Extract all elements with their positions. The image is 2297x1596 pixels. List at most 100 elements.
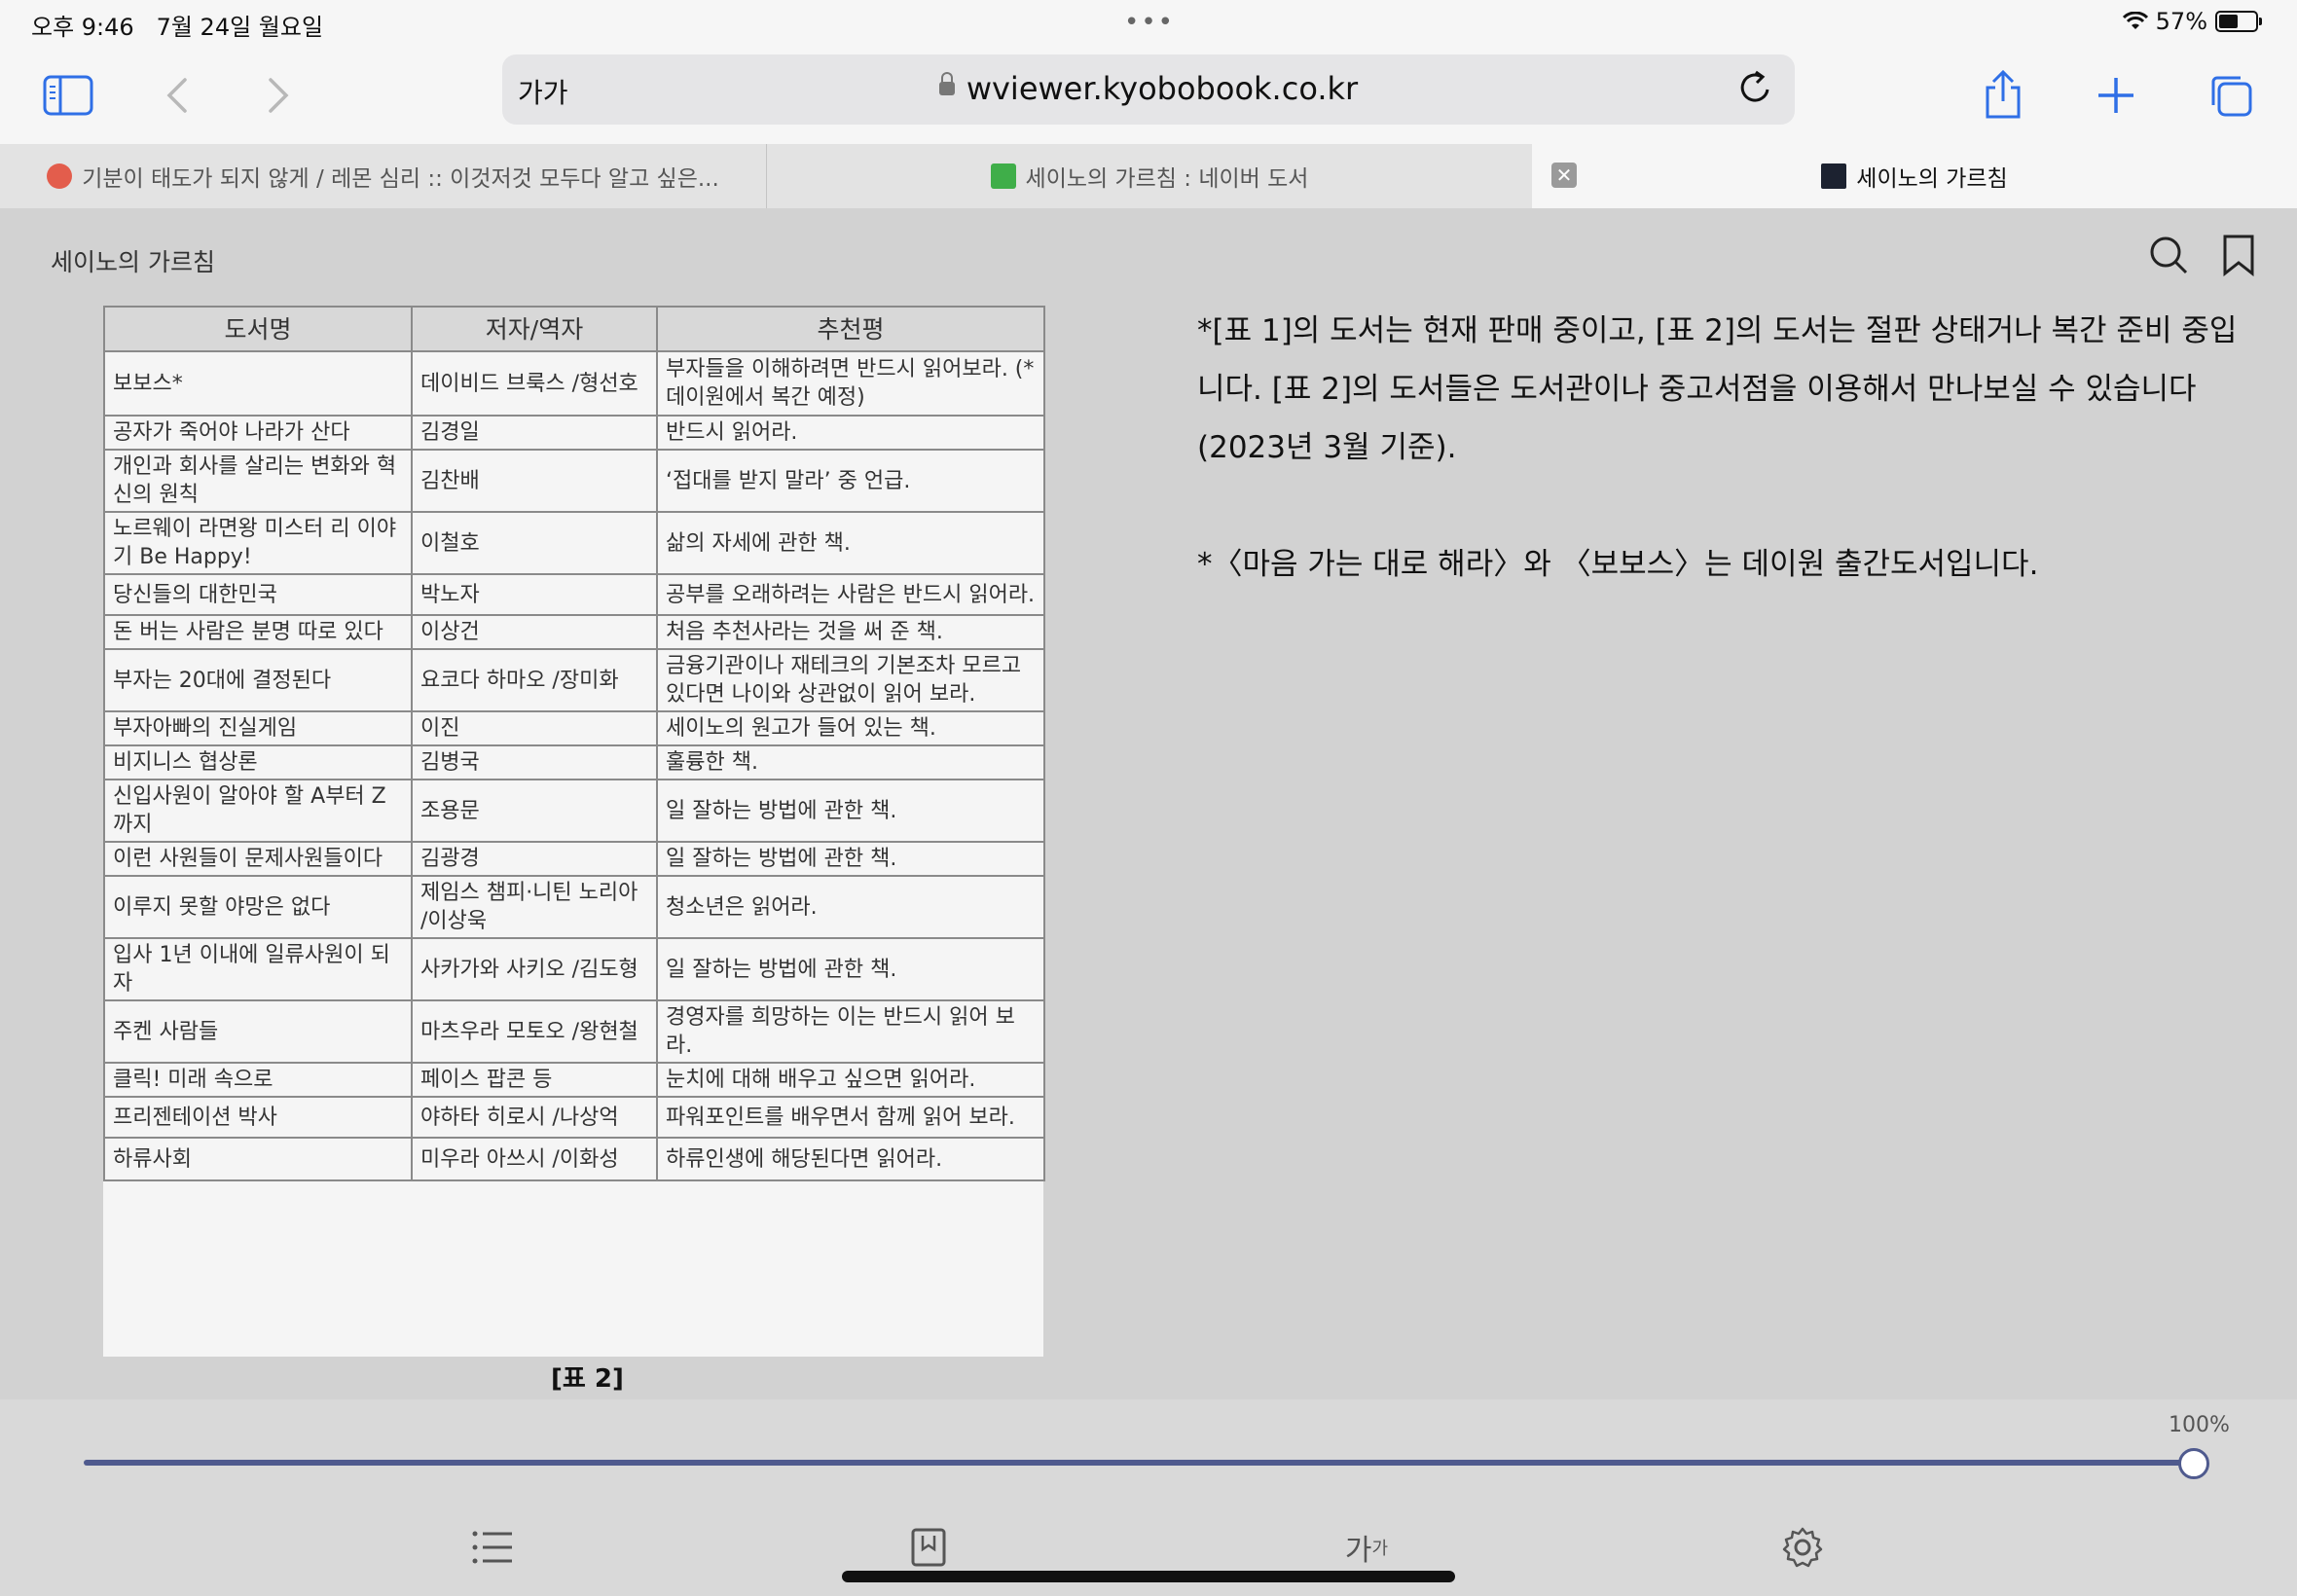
settings-gear-icon[interactable] bbox=[1773, 1518, 1832, 1577]
cell-author: 김경일 bbox=[411, 415, 658, 451]
cell-book-title: 주켄 사람들 bbox=[103, 999, 413, 1064]
cell-author: 김광경 bbox=[411, 841, 658, 877]
tab-label: 기분이 태도가 되지 않게 / 레몬 심리 :: 이것저것 모두다 알고 싶은.… bbox=[82, 166, 719, 192]
cell-review: 일 잘하는 방법에 관한 책. bbox=[656, 937, 1045, 1001]
table-row: 개인과 회사를 살리는 변화와 혁신의 원칙 김찬배 ‘접대를 받지 말라’ 중 언… bbox=[103, 449, 1045, 513]
note-paragraph: *〈마음 가는 대로 해라〉와 〈보보스〉는 데이원 출간도서입니다. bbox=[1197, 547, 2039, 582]
tab-bar: 기분이 태도가 되지 않게 / 레몬 심리 :: 이것저것 모두다 알고 싶은.… bbox=[0, 144, 2297, 209]
reader-actions bbox=[2147, 234, 2258, 276]
cell-book-title: 이루지 못할 야망은 없다 bbox=[103, 875, 413, 939]
tab-seino[interactable]: ✕ 세이노의 가르침 bbox=[1532, 144, 2297, 208]
table-row: 보보스* 데이비드 브룩스 /형선호 부자들을 이해하려면 반드시 읽어보라. (*… bbox=[103, 350, 1045, 417]
lock-icon bbox=[938, 72, 955, 95]
cell-review: 하류인생에 해당된다면 읽어라. bbox=[656, 1137, 1045, 1181]
cell-book-title: 신입사원이 알아야 할 A부터 Z까지 bbox=[103, 779, 413, 843]
table-row: 하류사회 미우라 아쓰시 /이화성 하류인생에 해당된다면 읽어라. bbox=[103, 1137, 1045, 1181]
battery-icon bbox=[2215, 11, 2262, 32]
tab-label: 세이노의 가르침 bbox=[1856, 166, 2008, 192]
tab-overview-icon[interactable] bbox=[2202, 66, 2260, 125]
address-bar[interactable]: 가가 wviewer.kyobobook.co.kr bbox=[502, 54, 1795, 125]
table-row: 입사 1년 이내에 일류사원이 되자 사카가와 사키오 /김도형 일 잘하는 방법에… bbox=[103, 937, 1045, 1001]
page-notes: *[표 1]의 도서는 현재 판매 중이고, [표 2]의 도서는 절판 상태거… bbox=[1197, 302, 2248, 652]
cell-book-title: 개인과 회사를 살리는 변화와 혁신의 원칙 bbox=[103, 449, 413, 513]
table-caption: [표 2] bbox=[551, 1364, 624, 1394]
cell-author: 이진 bbox=[411, 710, 658, 746]
multitasking-dots-icon[interactable]: ••• bbox=[1124, 8, 1175, 37]
cell-author: 이철호 bbox=[411, 511, 658, 575]
cell-book-title: 입사 1년 이내에 일류사원이 되자 bbox=[103, 937, 413, 1001]
table-of-contents-icon[interactable] bbox=[463, 1518, 522, 1577]
cell-author: 제임스 챔피·니틴 노리아 /이상욱 bbox=[411, 875, 658, 939]
table-row: 이루지 못할 야망은 없다 제임스 챔피·니틴 노리아 /이상욱 청소년은 읽어라. bbox=[103, 875, 1045, 939]
cell-book-title: 비지니스 협상론 bbox=[103, 744, 413, 780]
cell-author: 데이비드 브룩스 /형선호 bbox=[411, 350, 658, 417]
cell-author: 사카가와 사키오 /김도형 bbox=[411, 937, 658, 1001]
cell-author: 마츠우라 모토오 /왕현철 bbox=[411, 999, 658, 1064]
cell-author: 김병국 bbox=[411, 744, 658, 780]
cell-review: 일 잘하는 방법에 관한 책. bbox=[656, 779, 1045, 843]
table-row: 주켄 사람들 마츠우라 모토오 /왕현철 경영자를 희망하는 이는 반드시 읽어 보… bbox=[103, 999, 1045, 1064]
header-title: 도서명 bbox=[103, 306, 413, 352]
cell-review: 훌륭한 책. bbox=[656, 744, 1045, 780]
url-display[interactable]: wviewer.kyobobook.co.kr bbox=[502, 70, 1795, 107]
cell-author: 미우라 아쓰시 /이화성 bbox=[411, 1137, 658, 1181]
bookmarks-list-icon[interactable] bbox=[899, 1518, 958, 1577]
cell-author: 박노자 bbox=[411, 573, 658, 616]
url-text: wviewer.kyobobook.co.kr bbox=[966, 70, 1359, 107]
book-page-table-image: 도서명 저자/역자 추천평 보보스* 데이비드 브룩스 /형선호 부자들을 이해하려… bbox=[103, 306, 1045, 1394]
status-date: 7월 24일 월요일 bbox=[156, 14, 324, 41]
status-clock: 오후 9:46 bbox=[31, 14, 134, 41]
font-size-sub-label: 가 bbox=[1371, 1539, 1389, 1559]
table-row: 돈 버는 사람은 분명 따로 있다 이상건 처음 추천사라는 것을 써 준 책. bbox=[103, 614, 1045, 650]
cell-review: 반드시 읽어라. bbox=[656, 415, 1045, 451]
home-indicator[interactable] bbox=[842, 1571, 1455, 1582]
back-icon[interactable] bbox=[148, 66, 206, 125]
close-tab-icon[interactable]: ✕ bbox=[1551, 163, 1577, 188]
book-title: 세이노의 가르침 bbox=[51, 248, 215, 276]
cell-book-title: 돈 버는 사람은 분명 따로 있다 bbox=[103, 614, 413, 650]
cell-review: ‘접대를 받지 말라’ 중 언급. bbox=[656, 449, 1045, 513]
tab-label: 세이노의 가르침 : 네이버 도서 bbox=[1025, 166, 1309, 192]
cell-author: 요코다 하마오 /장미화 bbox=[411, 648, 658, 712]
note-paragraph: *[표 1]의 도서는 현재 판매 중이고, [표 2]의 도서는 절판 상태거… bbox=[1197, 313, 2238, 465]
sidebar-toggle-icon[interactable] bbox=[39, 66, 97, 125]
status-time: 오후 9:46 7월 24일 월요일 bbox=[31, 8, 323, 42]
bookmark-icon[interactable] bbox=[2219, 234, 2258, 276]
tab-naver[interactable]: 세이노의 가르침 : 네이버 도서 bbox=[767, 144, 1532, 208]
reader-bottom-bar: 100% 가가 bbox=[0, 1399, 2297, 1596]
cell-author: 조용문 bbox=[411, 779, 658, 843]
cell-book-title: 보보스* bbox=[103, 350, 413, 417]
tab-lemon[interactable]: 기분이 태도가 되지 않게 / 레몬 심리 :: 이것저것 모두다 알고 싶은.… bbox=[0, 144, 766, 208]
table-row: 이런 사원들이 문제사원들이다 김광경 일 잘하는 방법에 관한 책. bbox=[103, 841, 1045, 877]
forward-icon[interactable] bbox=[249, 66, 308, 125]
cell-review: 금융기관이나 재테크의 기본조차 모르고 있다면 나이와 상관없이 읽어 보라. bbox=[656, 648, 1045, 712]
table-row: 비지니스 협상론 김병국 훌륭한 책. bbox=[103, 744, 1045, 780]
table-row: 당신들의 대한민국 박노자 공부를 오래하려는 사람은 반드시 읽어라. bbox=[103, 573, 1045, 616]
cell-book-title: 공자가 죽어야 나라가 산다 bbox=[103, 415, 413, 451]
cell-review: 삶의 자세에 관한 책. bbox=[656, 511, 1045, 575]
progress-slider-track[interactable] bbox=[84, 1460, 2196, 1466]
search-icon[interactable] bbox=[2147, 234, 2190, 276]
cell-book-title: 이런 사원들이 문제사원들이다 bbox=[103, 841, 413, 877]
cell-review: 공부를 오래하려는 사람은 반드시 읽어라. bbox=[656, 573, 1045, 616]
table-row: 부자아빠의 진실게임 이진 세이노의 원고가 들어 있는 책. bbox=[103, 710, 1045, 746]
recommended-books-table: 도서명 저자/역자 추천평 보보스* 데이비드 브룩스 /형선호 부자들을 이해하려… bbox=[103, 306, 1045, 1181]
status-bar: 오후 9:46 7월 24일 월요일 ••• 57% bbox=[0, 0, 2297, 47]
font-size-button[interactable]: 가가 bbox=[1337, 1518, 1396, 1577]
header-review: 추천평 bbox=[656, 306, 1045, 352]
font-size-label: 가 bbox=[1344, 1534, 1372, 1568]
table-row: 클릭! 미래 속으로 페이스 팝콘 등 눈치에 대해 배우고 싶으면 읽어라. bbox=[103, 1062, 1045, 1098]
cell-review: 경영자를 희망하는 이는 반드시 읽어 보라. bbox=[656, 999, 1045, 1064]
book-cover-favicon-icon bbox=[1821, 163, 1847, 189]
progress-slider-handle[interactable] bbox=[2178, 1448, 2209, 1479]
new-tab-icon[interactable] bbox=[2087, 66, 2145, 125]
cell-review: 청소년은 읽어라. bbox=[656, 875, 1045, 939]
cell-author: 이상건 bbox=[411, 614, 658, 650]
table-row: 프리젠테이션 박사 야하타 히로시 /나상억 파워포인트를 배우면서 함께 읽어 보… bbox=[103, 1096, 1045, 1139]
browser-toolbar: 가가 wviewer.kyobobook.co.kr bbox=[0, 47, 2297, 144]
reload-icon[interactable] bbox=[1736, 68, 1775, 111]
cell-book-title: 노르웨이 라면왕 미스터 리 이야기 Be Happy! bbox=[103, 511, 413, 575]
cell-review: 일 잘하는 방법에 관한 책. bbox=[656, 841, 1045, 877]
table-row: 공자가 죽어야 나라가 산다 김경일 반드시 읽어라. bbox=[103, 415, 1045, 451]
share-icon[interactable] bbox=[1974, 66, 2032, 125]
